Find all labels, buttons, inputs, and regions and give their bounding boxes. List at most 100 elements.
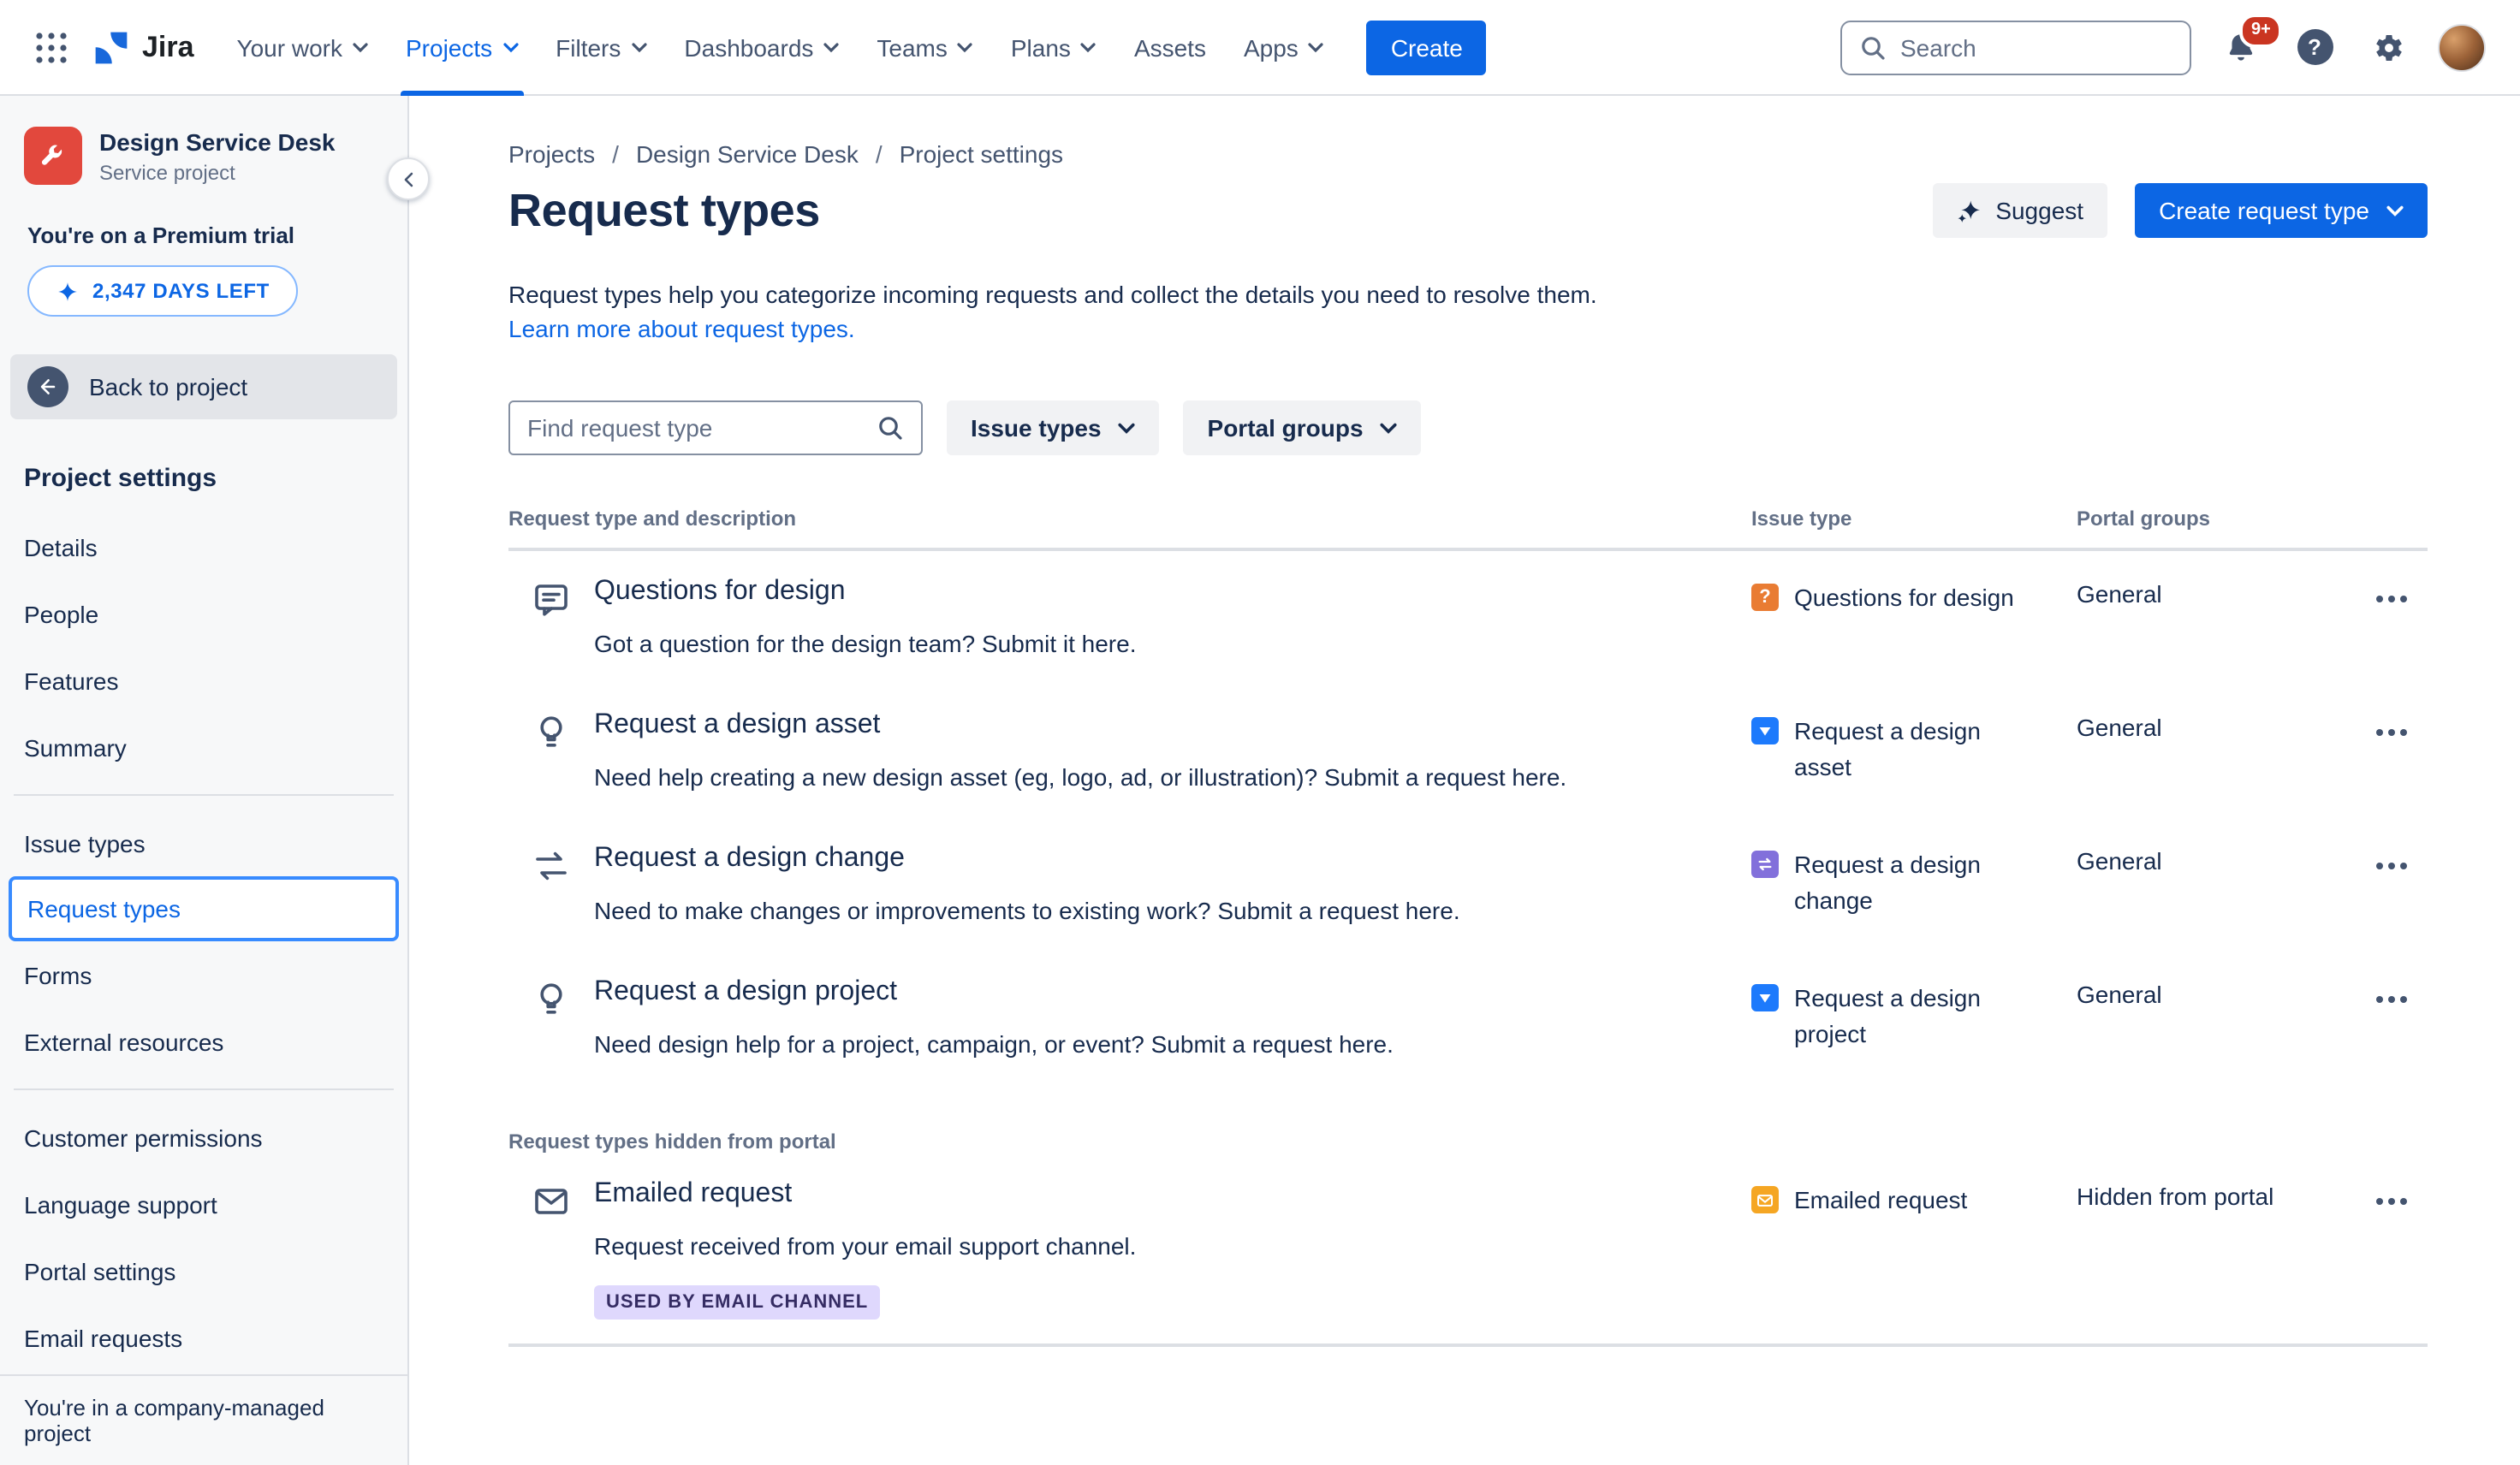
- chevron-down-icon: [631, 42, 647, 52]
- request-type-name[interactable]: Request a design project: [594, 977, 897, 1008]
- page-shell: Design Service Desk Service project You'…: [0, 96, 2520, 1465]
- search-icon: [879, 417, 902, 440]
- sidebar-item-issue-types[interactable]: Issue types: [0, 810, 407, 876]
- project-type: Service project: [99, 160, 235, 184]
- comment-icon: [535, 584, 568, 616]
- collapse-sidebar-button[interactable]: [387, 157, 430, 200]
- portal-group-value: Hidden from portal: [2077, 1183, 2274, 1210]
- sidebar-item-external-resources[interactable]: External resources: [0, 1008, 407, 1075]
- settings-button[interactable]: [2364, 23, 2412, 71]
- more-actions-button[interactable]: [2362, 1179, 2421, 1224]
- asset-issue-type-icon: [1751, 717, 1779, 744]
- app-switcher-icon[interactable]: [24, 20, 79, 74]
- table-row: Emailed request Request received from yo…: [508, 1154, 2428, 1343]
- issue-type-name[interactable]: Request a design change: [1794, 847, 2037, 919]
- issue-type-name[interactable]: Emailed request: [1794, 1183, 1967, 1219]
- sidebar-item-forms[interactable]: Forms: [0, 941, 407, 1008]
- sidebar-item-features[interactable]: Features: [0, 647, 407, 714]
- request-type-description: Request received from your email support…: [594, 1232, 1137, 1260]
- sidebar-item-details[interactable]: Details: [0, 513, 407, 580]
- sidebar-item-language-support[interactable]: Language support: [0, 1171, 407, 1237]
- notifications-button[interactable]: 9+: [2217, 13, 2283, 71]
- request-type-name[interactable]: Request a design asset: [594, 710, 880, 741]
- trial-days-button[interactable]: 2,347 DAYS LEFT: [27, 265, 299, 317]
- notification-count-badge: 9+: [2239, 13, 2283, 47]
- issue-type-name[interactable]: Questions for design: [1794, 580, 2014, 616]
- nav-dashboards[interactable]: Dashboards: [665, 0, 858, 95]
- top-navigation-bar: Jira Your work Projects Filters Dashboar…: [0, 0, 2520, 96]
- chevron-down-icon: [1081, 42, 1097, 52]
- find-request-type-box[interactable]: [508, 400, 923, 455]
- find-request-type-input[interactable]: [527, 414, 863, 442]
- jira-logo-icon: [92, 28, 130, 66]
- search-input[interactable]: [1900, 33, 2172, 61]
- nav-projects[interactable]: Projects: [387, 0, 537, 95]
- request-type-name[interactable]: Questions for design: [594, 577, 846, 608]
- chevron-down-icon: [502, 42, 518, 52]
- issue-type-name[interactable]: Request a design project: [1794, 981, 2037, 1053]
- project-header: Design Service Desk Service project: [0, 127, 407, 185]
- project-title-block: Design Service Desk Service project: [99, 128, 336, 184]
- request-type-name[interactable]: Request a design change: [594, 844, 905, 875]
- arrow-left-icon: [27, 366, 68, 407]
- portal-groups-filter-dropdown[interactable]: Portal groups: [1183, 400, 1422, 455]
- help-button[interactable]: ?: [2291, 23, 2339, 71]
- column-header-portal-groups: Portal groups: [2077, 507, 2211, 531]
- request-type-description: Got a question for the design team? Subm…: [594, 630, 1137, 657]
- table-row: Request a design asset Need help creatin…: [508, 685, 2428, 818]
- breadcrumb-separator: /: [875, 140, 883, 168]
- chevron-down-icon: [958, 42, 973, 52]
- chevron-down-icon: [823, 42, 840, 52]
- back-to-project-button[interactable]: Back to project: [10, 354, 397, 419]
- nav-filters[interactable]: Filters: [537, 0, 665, 95]
- create-button[interactable]: Create: [1366, 20, 1487, 74]
- nav-your-work[interactable]: Your work: [218, 0, 388, 95]
- nav-plans[interactable]: Plans: [992, 0, 1115, 95]
- request-type-name[interactable]: Emailed request: [594, 1179, 792, 1210]
- breadcrumb-projects[interactable]: Projects: [508, 140, 595, 168]
- suggest-button[interactable]: Suggest: [1932, 183, 2108, 238]
- more-actions-button[interactable]: [2362, 710, 2421, 755]
- project-name: Design Service Desk: [99, 128, 336, 155]
- more-actions-button[interactable]: [2362, 577, 2421, 621]
- request-type-description: Need design help for a project, campaign…: [594, 1030, 1394, 1058]
- gear-icon: [2376, 34, 2402, 60]
- nav-teams[interactable]: Teams: [858, 0, 991, 95]
- create-request-type-button[interactable]: Create request type: [2135, 183, 2428, 238]
- request-type-description: Need help creating a new design asset (e…: [594, 763, 1567, 791]
- sidebar-divider: [14, 1088, 394, 1090]
- jira-logo[interactable]: Jira: [79, 28, 218, 66]
- sidebar-item-people[interactable]: People: [0, 580, 407, 647]
- issue-types-filter-dropdown[interactable]: Issue types: [947, 400, 1160, 455]
- more-actions-button[interactable]: [2362, 977, 2421, 1022]
- sidebar-item-summary[interactable]: Summary: [0, 714, 407, 780]
- chevron-down-icon: [1309, 42, 1324, 52]
- breadcrumb-separator: /: [612, 140, 619, 168]
- settings-nav: Details People Features Summary Issue ty…: [0, 513, 407, 1371]
- breadcrumb-project[interactable]: Design Service Desk: [636, 140, 859, 168]
- learn-more-link[interactable]: Learn more about request types.: [508, 315, 855, 342]
- profile-button[interactable]: [2438, 23, 2486, 71]
- issue-type-name[interactable]: Request a design asset: [1794, 714, 2037, 786]
- used-by-email-channel-badge: USED BY EMAIL CHANNEL: [594, 1285, 881, 1320]
- breadcrumb: Projects / Design Service Desk / Project…: [508, 140, 2428, 168]
- primary-nav: Your work Projects Filters Dashboards Te…: [218, 0, 1343, 95]
- breadcrumb-project-settings[interactable]: Project settings: [900, 140, 1063, 168]
- chevron-left-icon: [403, 171, 413, 187]
- sidebar-item-email-requests[interactable]: Email requests: [0, 1304, 407, 1371]
- nav-assets[interactable]: Assets: [1115, 0, 1225, 95]
- column-header-issue-type: Issue type: [1751, 507, 1852, 531]
- title-actions: Suggest Create request type: [1932, 183, 2428, 238]
- sidebar-item-customer-permissions[interactable]: Customer permissions: [0, 1104, 407, 1171]
- sidebar-item-portal-settings[interactable]: Portal settings: [0, 1237, 407, 1304]
- jira-logo-text: Jira: [142, 30, 194, 62]
- project-type-footnote: You're in a company-managed project: [0, 1374, 407, 1465]
- portal-group-value: General: [2077, 580, 2162, 608]
- filter-bar: Issue types Portal groups: [508, 400, 2428, 455]
- global-search[interactable]: [1840, 20, 2191, 74]
- more-actions-button[interactable]: [2362, 844, 2421, 888]
- jira-app: Jira Your work Projects Filters Dashboar…: [0, 0, 2520, 1465]
- sidebar-item-request-types[interactable]: Request types: [9, 876, 399, 941]
- nav-apps[interactable]: Apps: [1225, 0, 1343, 95]
- chevron-down-icon: [1381, 422, 1398, 433]
